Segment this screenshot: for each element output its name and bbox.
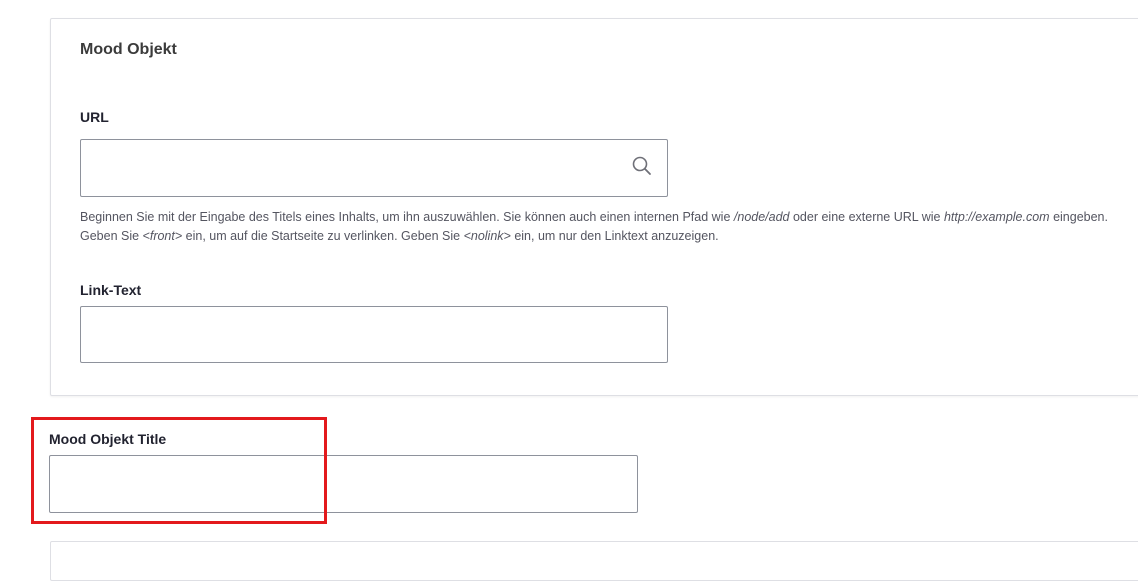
url-label: URL — [80, 109, 109, 125]
search-icon — [632, 156, 651, 175]
link-text-label: Link-Text — [80, 282, 142, 298]
link-text-input[interactable] — [80, 306, 668, 363]
mood-objekt-title-input[interactable] — [49, 455, 638, 513]
url-description: Beginnen Sie mit der Eingabe des Titels … — [80, 210, 1108, 243]
url-input[interactable] — [80, 139, 668, 197]
mood-objekt-legend: Mood Objekt — [80, 41, 177, 58]
mood-objekt-title-label: Mood Objekt Title — [49, 431, 167, 447]
next-fieldset — [50, 541, 1138, 581]
